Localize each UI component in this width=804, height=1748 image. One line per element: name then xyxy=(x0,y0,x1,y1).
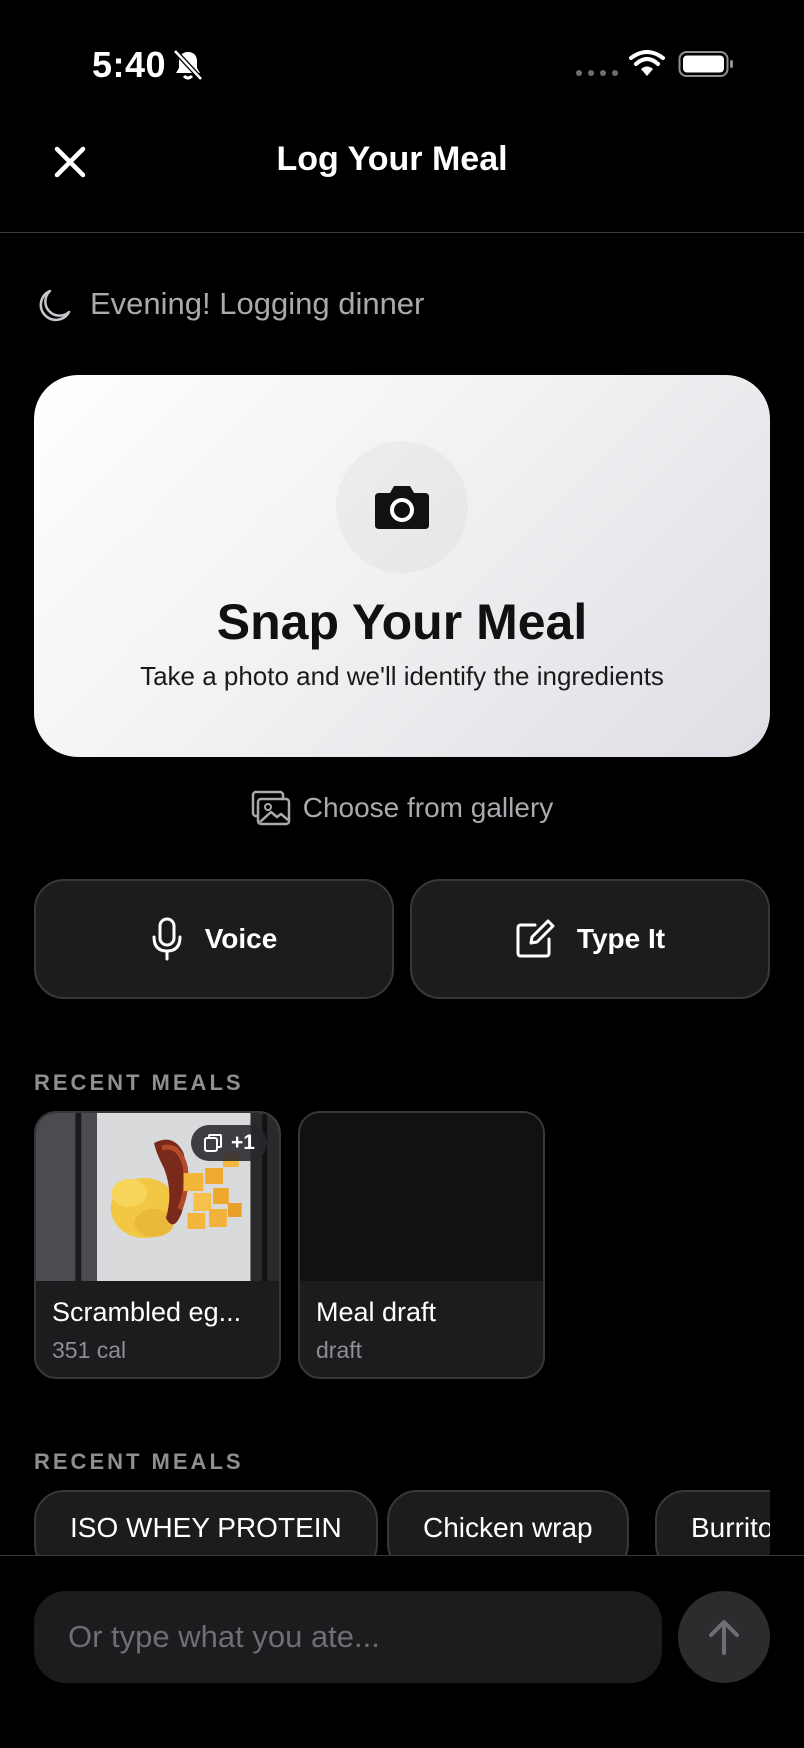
voice-label: Voice xyxy=(204,923,278,954)
send-button[interactable] xyxy=(678,1591,770,1683)
snap-meal-card[interactable]: Snap Your Meal Take a photo and we'll id… xyxy=(34,375,770,757)
type-it-button[interactable]: Type It xyxy=(410,879,770,999)
photo-count-badge: +1 xyxy=(191,1125,267,1161)
meal-calories: 351 cal xyxy=(52,1337,127,1363)
microphone-icon xyxy=(152,917,182,961)
arrow-up-icon xyxy=(709,1620,739,1655)
quick-add-chip[interactable]: ISO WHEY PROTEIN xyxy=(34,1490,378,1556)
snap-subtitle: Take a photo and we'll identify the ingr… xyxy=(140,661,664,691)
snap-title: Snap Your Meal xyxy=(216,594,588,650)
meal-text-input[interactable] xyxy=(34,1591,662,1683)
quick-add-chip[interactable]: Burrito xyxy=(655,1490,770,1556)
copy-icon xyxy=(204,1134,223,1152)
page-title: Log Your Meal xyxy=(276,140,508,178)
camera-icon xyxy=(375,486,429,529)
badge-count: +1 xyxy=(231,1131,255,1154)
status-time: 5:40 xyxy=(92,44,167,85)
recent-meal-card[interactable]: +1 Scrambled eg... 351 cal xyxy=(34,1111,281,1379)
quick-add-chips: ISO WHEY PROTEIN Chicken wrap Burrito xyxy=(34,1490,770,1556)
wifi-icon xyxy=(629,50,665,76)
bell-muted-icon xyxy=(173,49,203,81)
gallery-icon xyxy=(251,790,290,826)
meal-status: draft xyxy=(316,1337,363,1363)
voice-button[interactable]: Voice xyxy=(34,879,394,999)
quick-add-heading: RECENT MEALS xyxy=(34,1449,244,1474)
greeting-text: Evening! Logging dinner xyxy=(90,286,425,321)
type-it-label: Type It xyxy=(576,923,666,954)
bottom-input-bar xyxy=(0,1555,804,1748)
meal-name: Scrambled eg... xyxy=(52,1297,242,1327)
recent-meal-card[interactable]: Meal draft draft xyxy=(298,1111,545,1379)
moon-icon xyxy=(39,289,71,322)
battery-icon xyxy=(678,51,733,77)
cellular-signal-icon xyxy=(576,70,618,76)
quick-add-chip[interactable]: Chicken wrap xyxy=(387,1490,629,1556)
gallery-label: Choose from gallery xyxy=(302,792,554,823)
edit-icon xyxy=(516,919,555,958)
camera-button[interactable] xyxy=(336,441,468,573)
meal-name: Meal draft xyxy=(316,1297,437,1327)
choose-gallery-link[interactable]: Choose from gallery xyxy=(0,790,804,826)
recent-meals-heading: RECENT MEALS xyxy=(34,1070,244,1095)
header-divider xyxy=(0,232,804,233)
meal-photo-placeholder xyxy=(300,1113,543,1281)
